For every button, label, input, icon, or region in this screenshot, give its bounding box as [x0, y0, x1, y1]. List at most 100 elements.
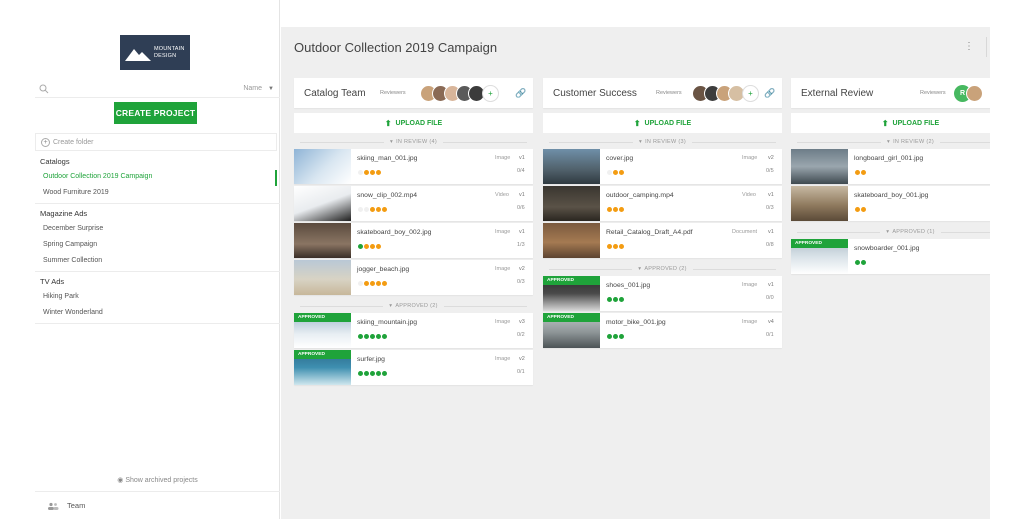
- file-version: v2: [768, 155, 774, 161]
- file-type: Video: [495, 192, 509, 198]
- file-card[interactable]: Retail_Catalog_Draft_A4.pdf Document v1 …: [543, 223, 782, 258]
- review-status-dots: [854, 169, 867, 176]
- file-name: skateboard_boy_001.jpg: [854, 192, 929, 199]
- team-link[interactable]: Team: [35, 491, 280, 519]
- nav-group-magazine-ads[interactable]: Magazine Ads: [35, 206, 280, 221]
- file-name: motor_bike_001.jpg: [606, 319, 666, 326]
- section-in-review[interactable]: ▾ IN REVIEW (2): [791, 135, 990, 149]
- file-name: snow_clip_002.mp4: [357, 192, 418, 199]
- link-icon[interactable]: 🔗: [764, 88, 775, 99]
- file-version: v1: [519, 155, 525, 161]
- divider: [986, 37, 987, 57]
- column-title[interactable]: External Review: [801, 88, 873, 99]
- file-card[interactable]: APPROVED shoes_001.jpg Image v1 0/0: [543, 276, 782, 311]
- file-card[interactable]: APPROVED snowboarder_001.jpg: [791, 239, 990, 274]
- sort-select[interactable]: Name: [243, 85, 262, 92]
- nav-item-hiking-park[interactable]: Hiking Park: [35, 289, 280, 305]
- review-count: 0/6: [517, 205, 525, 211]
- section-approved[interactable]: ▾ APPROVED (2): [543, 262, 782, 276]
- create-project-button[interactable]: CREATE PROJECT: [114, 102, 197, 124]
- file-card[interactable]: APPROVED skiing_mountain.jpg Image v3 0/…: [294, 313, 533, 348]
- file-card[interactable]: skateboard_boy_001.jpg: [791, 186, 990, 221]
- section-in-review[interactable]: ▾ IN REVIEW (4): [294, 135, 533, 149]
- file-type: Image: [495, 229, 511, 235]
- page-title: Outdoor Collection 2019 Campaign: [294, 40, 498, 55]
- nav-item-winter-wonderland[interactable]: Winter Wonderland: [35, 305, 280, 321]
- file-name: longboard_girl_001.jpg: [854, 155, 924, 162]
- file-thumbnail: [294, 260, 351, 295]
- file-thumbnail: APPROVED: [543, 313, 600, 348]
- brand-logo[interactable]: MOUNTAIN DESIGN: [120, 35, 190, 70]
- review-status-dots: [357, 280, 388, 287]
- review-count: 0/1: [766, 332, 774, 338]
- caret-down-icon[interactable]: ▼: [268, 86, 274, 92]
- nav-group-tv-ads[interactable]: TV Ads: [35, 274, 280, 289]
- add-reviewer-icon[interactable]: +: [482, 84, 499, 102]
- file-name: shoes_001.jpg: [606, 282, 651, 289]
- file-thumbnail: [791, 186, 848, 221]
- review-status-dots: [606, 243, 625, 250]
- more-options-icon[interactable]: ⋮: [964, 41, 974, 52]
- nav-item-outdoor-collection[interactable]: Outdoor Collection 2019 Campaign: [35, 169, 280, 186]
- nav-item-december-surprise[interactable]: December Surprise: [35, 221, 280, 237]
- nav-item-wood-furniture[interactable]: Wood Furniture 2019: [35, 185, 280, 201]
- avatar[interactable]: [966, 84, 983, 102]
- divider: [35, 323, 280, 324]
- reviewer-avatars[interactable]: +: [692, 84, 759, 102]
- review-count: 0/5: [766, 168, 774, 174]
- add-reviewer-icon[interactable]: +: [742, 84, 759, 102]
- upload-file-button[interactable]: ⬆ UPLOAD FILE: [791, 113, 990, 133]
- review-count: 0/3: [517, 279, 525, 285]
- sidebar: MOUNTAIN DESIGN Name ▼ CREATE PROJECT + …: [35, 0, 280, 519]
- column-title[interactable]: Customer Success: [553, 88, 637, 99]
- review-count: 0/8: [766, 242, 774, 248]
- upload-file-button[interactable]: ⬆ UPLOAD FILE: [294, 113, 533, 133]
- file-card[interactable]: cover.jpg Image v2 0/5: [543, 149, 782, 184]
- file-version: v3: [519, 319, 525, 325]
- column-catalog-team: Catalog Team Reviewers + 🔗 ⬆ UPLOAD FILE…: [294, 78, 533, 387]
- file-version: v4: [768, 319, 774, 325]
- upload-icon: ⬆: [384, 118, 392, 128]
- file-card[interactable]: longboard_girl_001.jpg: [791, 149, 990, 184]
- upload-icon: ⬆: [881, 118, 889, 128]
- review-count: 0/3: [766, 205, 774, 211]
- file-name: skiing_man_001.jpg: [357, 155, 418, 162]
- file-card[interactable]: APPROVED surfer.jpg Image v2 0/1: [294, 350, 533, 385]
- file-version: v1: [768, 192, 774, 198]
- team-icon: [48, 502, 59, 510]
- column-title[interactable]: Catalog Team: [304, 88, 366, 99]
- file-name: skateboard_boy_002.jpg: [357, 229, 432, 236]
- reviewer-avatars[interactable]: +: [420, 84, 499, 102]
- review-count: 0/0: [766, 295, 774, 301]
- approved-badge: APPROVED: [791, 239, 848, 248]
- section-in-review[interactable]: ▾ IN REVIEW (3): [543, 135, 782, 149]
- file-type: Image: [495, 319, 511, 325]
- review-count: 0/2: [517, 332, 525, 338]
- section-approved[interactable]: ▾ APPROVED (1): [791, 225, 990, 239]
- search-icon: [39, 84, 49, 93]
- review-status-dots: [357, 370, 388, 377]
- file-card[interactable]: skiing_man_001.jpg Image v1 0/4: [294, 149, 533, 184]
- project-search[interactable]: Name ▼: [35, 80, 280, 98]
- file-card[interactable]: outdoor_camping.mp4 Video v1 0/3: [543, 186, 782, 221]
- reviewer-avatars[interactable]: R: [954, 84, 983, 102]
- link-icon[interactable]: 🔗: [515, 88, 526, 99]
- nav-item-summer-collection[interactable]: Summer Collection: [35, 253, 280, 269]
- nav-group-catalogs[interactable]: Catalogs: [35, 154, 280, 169]
- eye-icon: ◉: [117, 477, 124, 484]
- file-card[interactable]: jogger_beach.jpg Image v2 0/3: [294, 260, 533, 295]
- file-thumbnail: [543, 186, 600, 221]
- review-count: 0/4: [517, 168, 525, 174]
- show-archived-link[interactable]: ◉ Show archived projects: [35, 476, 280, 484]
- file-thumbnail: APPROVED: [791, 239, 848, 274]
- file-card[interactable]: APPROVED motor_bike_001.jpg Image v4 0/1: [543, 313, 782, 348]
- file-card[interactable]: skateboard_boy_002.jpg Image v1 1/3: [294, 223, 533, 258]
- create-folder-button[interactable]: + Create folder: [35, 133, 277, 151]
- file-card[interactable]: snow_clip_002.mp4 Video v1 0/6: [294, 186, 533, 221]
- upload-file-button[interactable]: ⬆ UPLOAD FILE: [543, 113, 782, 133]
- section-approved[interactable]: ▾ APPROVED (2): [294, 299, 533, 313]
- column-header: Catalog Team Reviewers + 🔗: [294, 78, 533, 108]
- nav-item-spring-campaign[interactable]: Spring Campaign: [35, 237, 280, 253]
- file-thumbnail: APPROVED: [294, 350, 351, 385]
- upload-label: UPLOAD FILE: [395, 119, 443, 127]
